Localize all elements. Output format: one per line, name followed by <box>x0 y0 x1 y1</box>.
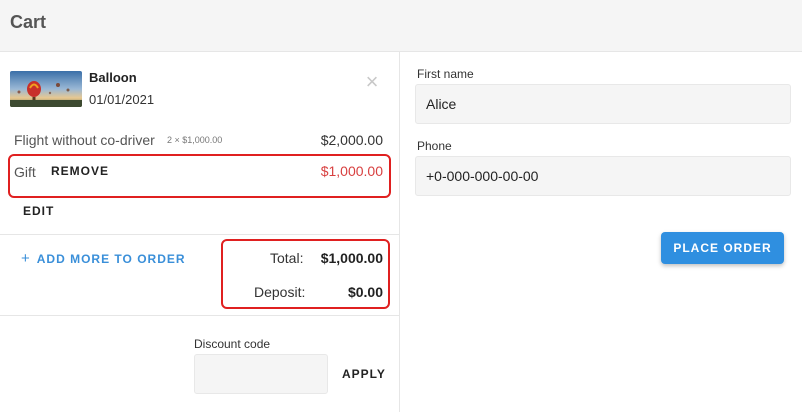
divider <box>0 315 400 316</box>
edit-button[interactable]: EDIT <box>23 204 54 218</box>
total-label: Total: <box>270 250 304 266</box>
place-order-button[interactable]: PLACE ORDER <box>661 232 784 264</box>
deposit-label: Deposit: <box>254 284 306 300</box>
gift-label: Gift <box>14 164 36 180</box>
first-name-label: First name <box>417 67 474 81</box>
line-item-label: Flight without co-driver <box>14 132 155 148</box>
phone-input[interactable] <box>415 156 791 196</box>
hot-air-balloon-image <box>10 71 82 107</box>
discount-code-label: Discount code <box>194 337 271 351</box>
add-more-label: ADD MORE TO ORDER <box>36 252 186 266</box>
close-icon[interactable]: × <box>362 71 382 93</box>
line-item-quantity: 2 × $1,000.00 <box>167 135 223 145</box>
page-title: Cart <box>10 12 47 32</box>
cart-header: Cart <box>0 0 802 52</box>
cart-panel: Balloon 01/01/2021 × Flight without co-d… <box>0 52 400 412</box>
plus-icon: + <box>21 250 31 267</box>
add-more-to-order-button[interactable]: + ADD MORE TO ORDER <box>21 250 186 267</box>
phone-label: Phone <box>417 139 452 153</box>
deposit-value: $0.00 <box>347 284 383 300</box>
product-date: 01/01/2021 <box>89 92 155 107</box>
total-value: $1,000.00 <box>320 250 383 266</box>
remove-gift-button[interactable]: REMOVE <box>51 164 109 178</box>
divider <box>0 234 400 235</box>
gift-amount: $1,000.00 <box>320 163 383 179</box>
line-item-price: $2,000.00 <box>320 132 383 148</box>
discount-code-input[interactable] <box>194 354 328 394</box>
order-form: First name Phone PLACE ORDER <box>401 52 802 412</box>
product-name: Balloon <box>89 70 137 85</box>
first-name-input[interactable] <box>415 84 791 124</box>
apply-discount-button[interactable]: APPLY <box>342 367 386 381</box>
